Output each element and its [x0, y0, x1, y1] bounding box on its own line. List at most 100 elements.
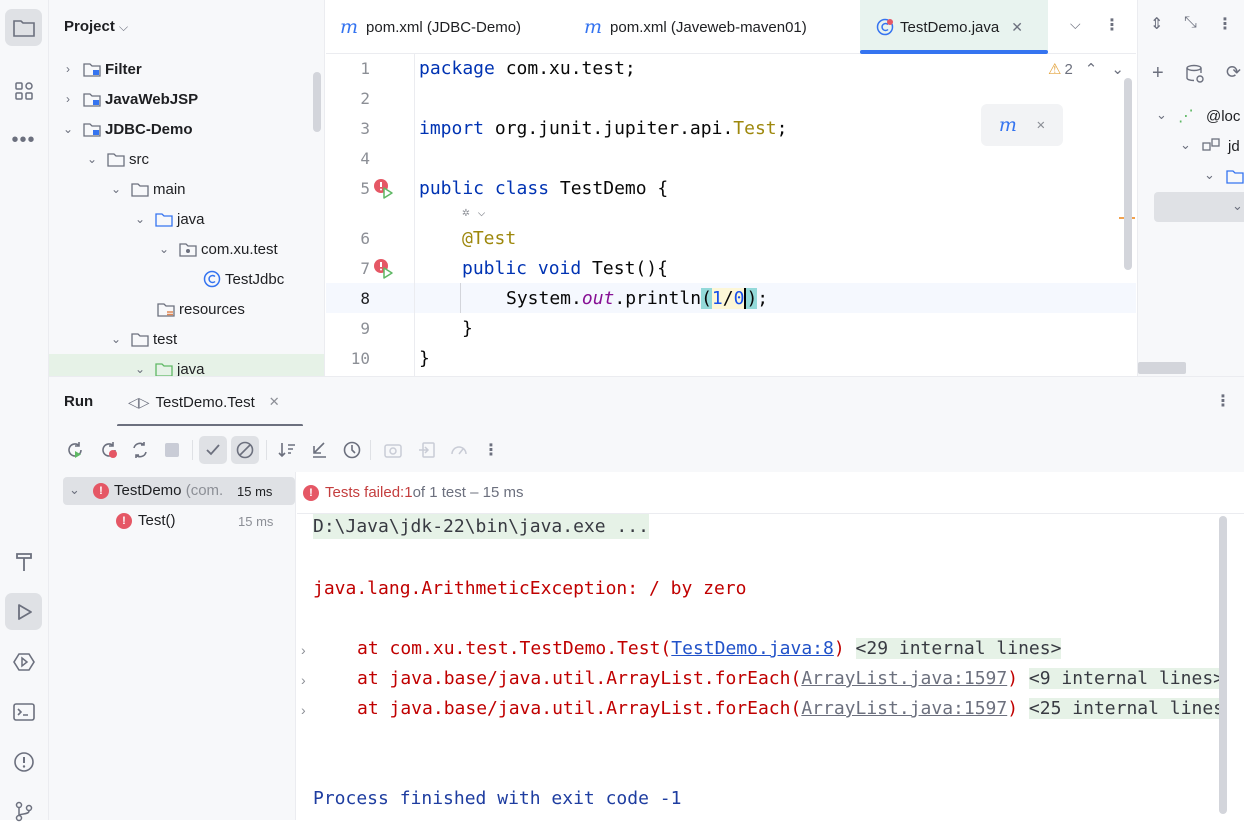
- tabs-dropdown-chevron-icon[interactable]: ⌵: [1070, 16, 1081, 33]
- stop-icon[interactable]: [158, 436, 186, 464]
- chevron-down-icon[interactable]: ⌄: [157, 242, 171, 256]
- expand-collapse-icon[interactable]: ⇕: [1150, 14, 1163, 34]
- chevron-down-icon[interactable]: ⌄: [133, 362, 147, 376]
- rerun-icon[interactable]: [61, 436, 89, 464]
- source-link[interactable]: ArrayList.java:1597: [801, 668, 1007, 689]
- project-panel-title[interactable]: Project ⌵: [64, 18, 128, 35]
- tree-item-package[interactable]: ⌄ com.xu.test: [49, 234, 324, 264]
- test-method-row[interactable]: ! Test() 15 ms: [63, 507, 295, 535]
- tree-label: Filter: [105, 60, 142, 78]
- services-icon[interactable]: [5, 643, 42, 680]
- more-options-icon[interactable]: ⋮: [1217, 14, 1233, 34]
- maven-reload-icon[interactable]: m: [999, 114, 1017, 136]
- chevron-down-icon[interactable]: ⌄: [1204, 167, 1215, 183]
- show-ignored-icon[interactable]: [231, 436, 259, 464]
- chevron-down-icon[interactable]: ⌄: [1232, 198, 1243, 214]
- chevron-right-icon[interactable]: ›: [301, 642, 306, 658]
- tab-pom-javeweb[interactable]: m pom.xml (Javeweb-maven01): [584, 0, 807, 54]
- chevron-down-icon[interactable]: ⌄: [1156, 107, 1167, 123]
- chevron-down-icon[interactable]: ⌄: [1180, 137, 1191, 153]
- tree-item-test[interactable]: ⌄ test: [49, 324, 324, 354]
- chevron-down-icon[interactable]: ⌄: [109, 332, 123, 346]
- more-tools-icon[interactable]: •••: [5, 122, 42, 159]
- close-tab-icon[interactable]: ✕: [1011, 19, 1023, 36]
- problems-icon[interactable]: [5, 743, 42, 780]
- git-icon[interactable]: [5, 792, 42, 829]
- chevron-right-icon[interactable]: ›: [301, 672, 306, 688]
- run-test-failed-gutter-icon[interactable]: [373, 258, 395, 284]
- editor-scrollbar[interactable]: [1124, 78, 1132, 270]
- show-passed-icon[interactable]: [199, 436, 227, 464]
- tree-item-test-java[interactable]: ⌄ java: [49, 354, 324, 376]
- chevron-down-icon[interactable]: ⌄: [133, 212, 147, 226]
- tree-item-jdbc-demo[interactable]: ⌄ JDBC-Demo: [49, 114, 324, 144]
- more-options-icon[interactable]: ⋮: [1215, 391, 1231, 411]
- line-number: 3: [360, 119, 370, 138]
- test-root-row[interactable]: ⌄ ! TestDemo (com. 15 ms: [63, 477, 295, 505]
- tool-stripe: •••: [0, 0, 49, 821]
- code-editor[interactable]: 1 2 3 4 5 6 7 8 9 10 package com.xu.test…: [326, 54, 1136, 376]
- tree-item-src[interactable]: ⌄ src: [49, 144, 324, 174]
- process-exit-message: Process finished with exit code -1: [313, 788, 682, 809]
- datasource-properties-icon[interactable]: [1185, 64, 1205, 88]
- chevron-right-icon[interactable]: ›: [301, 702, 306, 718]
- internal-lines-fold[interactable]: <9 internal lines>: [1028, 668, 1224, 689]
- chevron-right-icon[interactable]: ›: [61, 62, 75, 76]
- tab-pom-jdbc-demo[interactable]: m pom.xml (JDBC-Demo): [340, 0, 521, 54]
- chevron-down-icon[interactable]: ⌵: [119, 20, 128, 34]
- more-options-icon[interactable]: ⋮: [477, 436, 505, 464]
- build-hammer-icon[interactable]: [5, 543, 42, 580]
- chevron-up-icon[interactable]: ⌃: [1085, 60, 1098, 78]
- tabs-more-icon[interactable]: ⋮: [1104, 15, 1120, 35]
- structure-icon[interactable]: [5, 72, 42, 109]
- tree-item-testjdbc[interactable]: TestJdbc: [49, 264, 324, 294]
- refresh-icon[interactable]: ⟳: [1226, 62, 1241, 83]
- collapse-all-icon[interactable]: ⤡: [1184, 14, 1197, 32]
- chevron-down-icon[interactable]: ⌄: [61, 122, 75, 136]
- tree-item-javawebjsp[interactable]: › JavaWebJSP: [49, 84, 324, 114]
- tree-item-filter[interactable]: › Filter: [49, 54, 324, 84]
- run-icon[interactable]: [5, 593, 42, 630]
- console-scrollbar[interactable]: [1219, 516, 1227, 814]
- datasource-label[interactable]: @loc: [1206, 108, 1240, 125]
- project-folder-icon[interactable]: [5, 9, 42, 46]
- console-output[interactable]: ! Tests failed: 1 of 1 test – 15 ms D:\J…: [297, 472, 1244, 820]
- history-icon[interactable]: [338, 436, 366, 464]
- coverage-icon[interactable]: [445, 436, 473, 464]
- chevron-down-icon[interactable]: ⌄: [69, 482, 80, 498]
- close-icon[interactable]: ✕: [1037, 117, 1045, 133]
- chevron-right-icon[interactable]: ›: [61, 92, 75, 106]
- ai-assist-hint-icon[interactable]: ✲ ⌵: [462, 205, 485, 220]
- tree-item-resources[interactable]: resources: [49, 294, 324, 324]
- run-tab-testdemo[interactable]: ◁▷ TestDemo.Test ✕: [117, 377, 303, 427]
- inspection-widget[interactable]: ⚠ 2 ⌃ ⌄: [1048, 60, 1124, 79]
- java-command[interactable]: D:\Java\jdk-22\bin\java.exe ...: [313, 514, 649, 539]
- run-test-failed-gutter-icon[interactable]: [373, 178, 395, 204]
- add-icon[interactable]: +: [1152, 62, 1164, 85]
- close-icon[interactable]: ✕: [269, 394, 280, 410]
- schema-label[interactable]: jd: [1228, 138, 1240, 155]
- tree-item-main[interactable]: ⌄ main: [49, 174, 324, 204]
- source-link[interactable]: ArrayList.java:1597: [801, 698, 1007, 719]
- import-tests-icon[interactable]: [413, 436, 441, 464]
- project-panel: Project ⌵ › Filter › JavaWebJSP ⌄ JDBC-D…: [49, 0, 325, 376]
- chevron-down-icon[interactable]: ⌄: [109, 182, 123, 196]
- screenshot-icon[interactable]: [379, 436, 407, 464]
- sort-icon[interactable]: [273, 436, 301, 464]
- selected-row[interactable]: ⌄: [1154, 192, 1244, 222]
- tab-testdemo-java[interactable]: TestDemo.java ✕: [860, 0, 1048, 54]
- chevron-down-icon[interactable]: ⌄: [1111, 60, 1124, 78]
- toggle-auto-test-icon[interactable]: [126, 436, 154, 464]
- warning-count: 2: [1064, 60, 1073, 78]
- tree-item-java[interactable]: ⌄ java: [49, 204, 324, 234]
- code-token: out: [581, 288, 615, 309]
- rerun-failed-icon[interactable]: [95, 436, 123, 464]
- scrollbar[interactable]: [313, 72, 321, 132]
- collapse-tests-icon[interactable]: [305, 436, 333, 464]
- source-link[interactable]: TestDemo.java:8: [671, 638, 834, 659]
- internal-lines-fold[interactable]: <29 internal lines>: [855, 638, 1062, 659]
- chevron-down-icon[interactable]: ⌄: [85, 152, 99, 166]
- terminal-icon[interactable]: [5, 693, 42, 730]
- internal-lines-fold[interactable]: <25 internal lines: [1028, 698, 1224, 719]
- horizontal-scrollbar[interactable]: [1138, 362, 1186, 374]
